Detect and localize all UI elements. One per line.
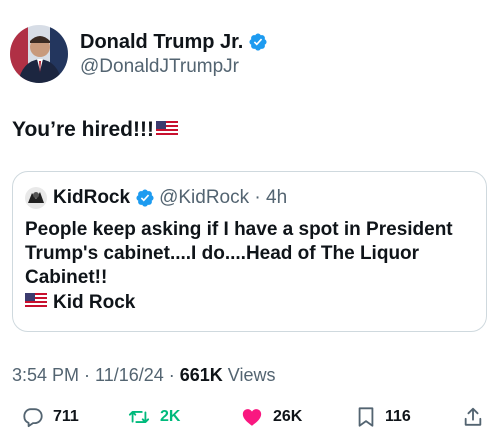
repost-count: 2K bbox=[160, 408, 181, 425]
share-icon bbox=[462, 406, 484, 428]
like-icon bbox=[240, 406, 264, 428]
quoted-signature-text: Kid Rock bbox=[53, 292, 136, 313]
tweet-timestamp: 3:54 PM · 11/16/24 · 661K Views bbox=[12, 363, 276, 387]
author-avatar[interactable] bbox=[10, 25, 68, 83]
tweet-header: Donald Trump Jr. @DonaldJTrumpJr bbox=[10, 25, 268, 83]
tweet-text-content: You’re hired!!! bbox=[12, 118, 154, 141]
author-handle[interactable]: @DonaldJTrumpJr bbox=[80, 55, 268, 79]
reply-count: 711 bbox=[53, 408, 79, 425]
bookmark-count: 116 bbox=[385, 408, 411, 425]
share-button[interactable] bbox=[462, 402, 484, 432]
like-count: 26K bbox=[273, 408, 303, 425]
quoted-tweet-signature: Kid Rock bbox=[25, 291, 474, 315]
us-flag-icon bbox=[155, 117, 178, 143]
repost-icon bbox=[127, 406, 151, 428]
quoted-author-avatar[interactable] bbox=[25, 187, 47, 209]
repost-button[interactable]: 2K bbox=[127, 402, 180, 432]
verified-badge-icon bbox=[135, 188, 155, 208]
quoted-handle-time[interactable]: @KidRock · 4h bbox=[159, 186, 287, 210]
reply-icon bbox=[22, 406, 44, 428]
tweet-text: You’re hired!!! bbox=[12, 117, 178, 143]
tweet: Donald Trump Jr. @DonaldJTrumpJr You’re … bbox=[0, 0, 500, 443]
author-display-name[interactable]: Donald Trump Jr. bbox=[80, 30, 243, 54]
like-button[interactable]: 26K bbox=[240, 402, 302, 432]
time-date[interactable]: 3:54 PM · 11/16/24 · bbox=[12, 365, 180, 385]
quoted-tweet-text: People keep asking if I have a spot in P… bbox=[25, 219, 453, 288]
us-flag-icon bbox=[25, 291, 47, 315]
views-label: Views bbox=[222, 365, 276, 385]
views-count: 661K bbox=[179, 365, 223, 385]
bookmark-button[interactable]: 116 bbox=[356, 402, 411, 432]
quoted-author-name[interactable]: KidRock bbox=[53, 186, 130, 210]
verified-badge-icon bbox=[248, 32, 268, 52]
quoted-tweet-header: KidRock @KidRock · 4h bbox=[25, 186, 474, 210]
action-bar: 711 2K 26K 116 bbox=[0, 402, 500, 432]
bookmark-icon bbox=[356, 406, 376, 428]
reply-button[interactable]: 711 bbox=[22, 402, 79, 432]
quoted-tweet[interactable]: KidRock @KidRock · 4h People keep asking… bbox=[12, 171, 487, 332]
